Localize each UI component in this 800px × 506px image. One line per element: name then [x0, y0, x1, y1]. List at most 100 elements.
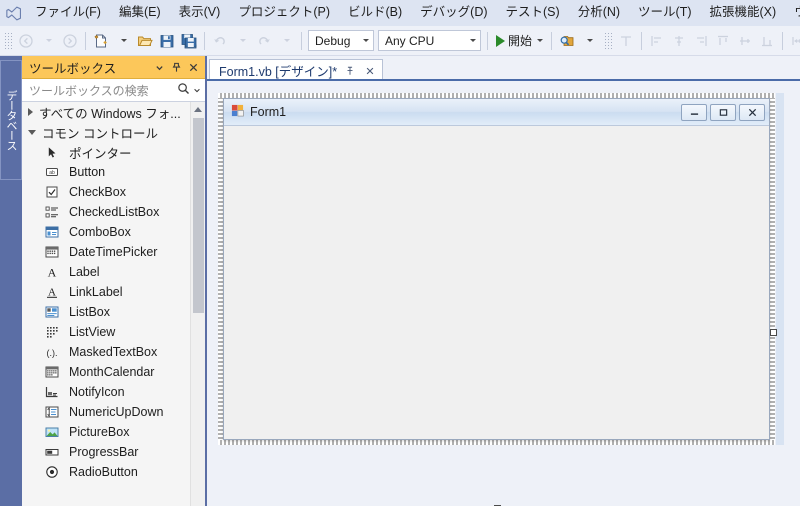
menu-item-test[interactable]: テスト(S) [497, 1, 569, 25]
design-form-window[interactable]: Form1 [223, 98, 770, 440]
menu-item-debug[interactable]: デバッグ(D) [411, 1, 496, 25]
start-debug-button[interactable]: 開始 [492, 30, 547, 52]
toolbox-item-label: ListBox [69, 305, 110, 319]
button-icon: ab [44, 164, 60, 180]
toolbox-item-label: DateTimePicker [69, 245, 158, 259]
new-project-icon[interactable] [90, 30, 112, 52]
toolbox-item-checkedlistbox[interactable]: CheckedListBox [22, 202, 205, 222]
align-bottoms-icon[interactable] [756, 30, 778, 52]
toolbox-item-label: LinkLabel [69, 285, 123, 299]
toolbox-item-notifyicon[interactable]: NotifyIcon [22, 382, 205, 402]
open-file-icon[interactable] [134, 30, 156, 52]
align-rights-icon[interactable] [690, 30, 712, 52]
close-icon[interactable] [739, 103, 765, 121]
search-icon[interactable] [177, 82, 190, 98]
toolbox-item-datetimepicker[interactable]: DateTimePicker [22, 242, 205, 262]
toolbox-item-checkbox[interactable]: CheckBox [22, 182, 205, 202]
toolbar-grip[interactable] [4, 31, 12, 50]
undo-icon[interactable] [209, 30, 231, 52]
menu-item-build[interactable]: ビルド(B) [339, 1, 411, 25]
undo-dropdown-icon[interactable] [231, 30, 253, 52]
document-area: Form1.vb [デザイン]* Form1 [207, 56, 800, 506]
toolbox-item-picturebox[interactable]: PictureBox [22, 422, 205, 442]
toolbox-item-numericupdown[interactable]: NumericUpDown [22, 402, 205, 422]
toolbox-item-label: NotifyIcon [69, 385, 125, 399]
find-dropdown-icon[interactable] [578, 30, 600, 52]
align-middles-icon[interactable] [734, 30, 756, 52]
menu-item-window[interactable]: ウィンドウ(W [785, 1, 800, 25]
close-icon[interactable] [185, 59, 202, 76]
align-centers-icon[interactable] [668, 30, 690, 52]
save-all-icon[interactable] [178, 30, 200, 52]
scroll-up-icon[interactable] [191, 102, 205, 117]
redo-icon[interactable] [253, 30, 275, 52]
scrollbar-thumb[interactable] [193, 118, 204, 313]
picturebox-icon [44, 424, 60, 440]
align-tops-icon[interactable] [712, 30, 734, 52]
find-in-files-icon[interactable] [556, 30, 578, 52]
standard-toolbar: Debug Any CPU 開始 [0, 26, 800, 56]
close-icon[interactable] [363, 64, 377, 78]
toolbox-item-radiobutton[interactable]: RadioButton [22, 462, 205, 482]
dock-tab-database[interactable]: データベース [0, 60, 22, 180]
maximize-icon[interactable] [710, 103, 736, 121]
menu-item-file[interactable]: ファイル(F) [26, 1, 110, 25]
menu-item-tools[interactable]: ツール(T) [629, 1, 700, 25]
minimize-icon[interactable] [681, 103, 707, 121]
toolbox-item-linklabel[interactable]: A LinkLabel [22, 282, 205, 302]
toolbox-item-combobox[interactable]: ComboBox [22, 222, 205, 242]
toolbox-item-listview[interactable]: ListView [22, 322, 205, 342]
checkedlistbox-icon [44, 204, 60, 220]
redo-dropdown-icon[interactable] [275, 30, 297, 52]
navigate-forward-icon[interactable] [59, 30, 81, 52]
dock-tab-database-label: データベース [5, 90, 17, 150]
save-icon[interactable] [156, 30, 178, 52]
chevron-down-icon [537, 39, 544, 42]
chevron-down-icon[interactable] [151, 59, 168, 76]
menu-item-analyze[interactable]: 分析(N) [569, 1, 629, 25]
menu-item-extensions[interactable]: 拡張機能(X) [701, 1, 786, 25]
toolbar-separator [641, 31, 643, 50]
toolbox-scrollbar[interactable] [190, 102, 205, 506]
toolbox-item-label: PictureBox [69, 425, 130, 439]
tab-order-icon[interactable] [615, 30, 637, 52]
document-tab-form1-designer[interactable]: Form1.vb [デザイン]* [209, 59, 384, 81]
search-options-chevron-down-icon[interactable] [193, 83, 201, 97]
toolbox-item-label[interactable]: A Label [22, 262, 205, 282]
navigate-back-dropdown-icon[interactable] [37, 30, 59, 52]
menu-item-edit[interactable]: 編集(E) [110, 1, 170, 25]
toolbox-item-progressbar[interactable]: ProgressBar [22, 442, 205, 462]
designer-toolbar-grip[interactable] [604, 31, 613, 50]
toolbox-search-box[interactable]: ツールボックスの検索 [22, 79, 205, 102]
resize-handle-right-middle[interactable] [770, 329, 777, 336]
toolbox-item-pointer[interactable]: ポインター [22, 142, 205, 162]
toolbox-group-common-controls[interactable]: コモン コントロール [22, 122, 205, 142]
visual-studio-window: ファイル(F) 編集(E) 表示(V) プロジェクト(P) ビルド(B) デバッ… [0, 0, 800, 506]
toolbox-item-monthcalendar[interactable]: MonthCalendar [22, 362, 205, 382]
form-client-area[interactable] [224, 126, 769, 439]
toolbox-item-listbox[interactable]: ListBox [22, 302, 205, 322]
new-project-dropdown-icon[interactable] [112, 30, 134, 52]
align-lefts-icon[interactable] [646, 30, 668, 52]
platform-combobox[interactable]: Any CPU [378, 30, 481, 51]
menu-item-view[interactable]: 表示(V) [170, 1, 230, 25]
toolbox-item-button[interactable]: ab Button [22, 162, 205, 182]
toolbox-item-label: NumericUpDown [69, 405, 164, 419]
configuration-combobox[interactable]: Debug [308, 30, 374, 51]
navigate-back-icon[interactable] [15, 30, 37, 52]
menu-item-project[interactable]: プロジェクト(P) [229, 1, 339, 25]
toolbox-item-label: ListView [69, 325, 116, 339]
form-title-bar[interactable]: Form1 [224, 99, 769, 126]
toolbox-group-all-windows-forms[interactable]: すべての Windows フォ... [22, 102, 205, 122]
search-input[interactable]: ツールボックスの検索 [29, 82, 177, 99]
pin-icon[interactable] [343, 64, 357, 78]
menu-bar: ファイル(F) 編集(E) 表示(V) プロジェクト(P) ビルド(B) デバッ… [0, 0, 800, 26]
configuration-value: Debug [315, 33, 351, 48]
pin-icon[interactable] [168, 59, 185, 76]
make-same-width-icon[interactable] [787, 30, 800, 52]
toolbar-separator [85, 31, 86, 50]
toolbox-item-label: Button [69, 165, 106, 179]
toolbox-item-maskedtextbox[interactable]: (.). MaskedTextBox [22, 342, 205, 362]
designer-canvas[interactable]: Form1 [207, 81, 800, 506]
svg-text:ab: ab [49, 170, 55, 176]
